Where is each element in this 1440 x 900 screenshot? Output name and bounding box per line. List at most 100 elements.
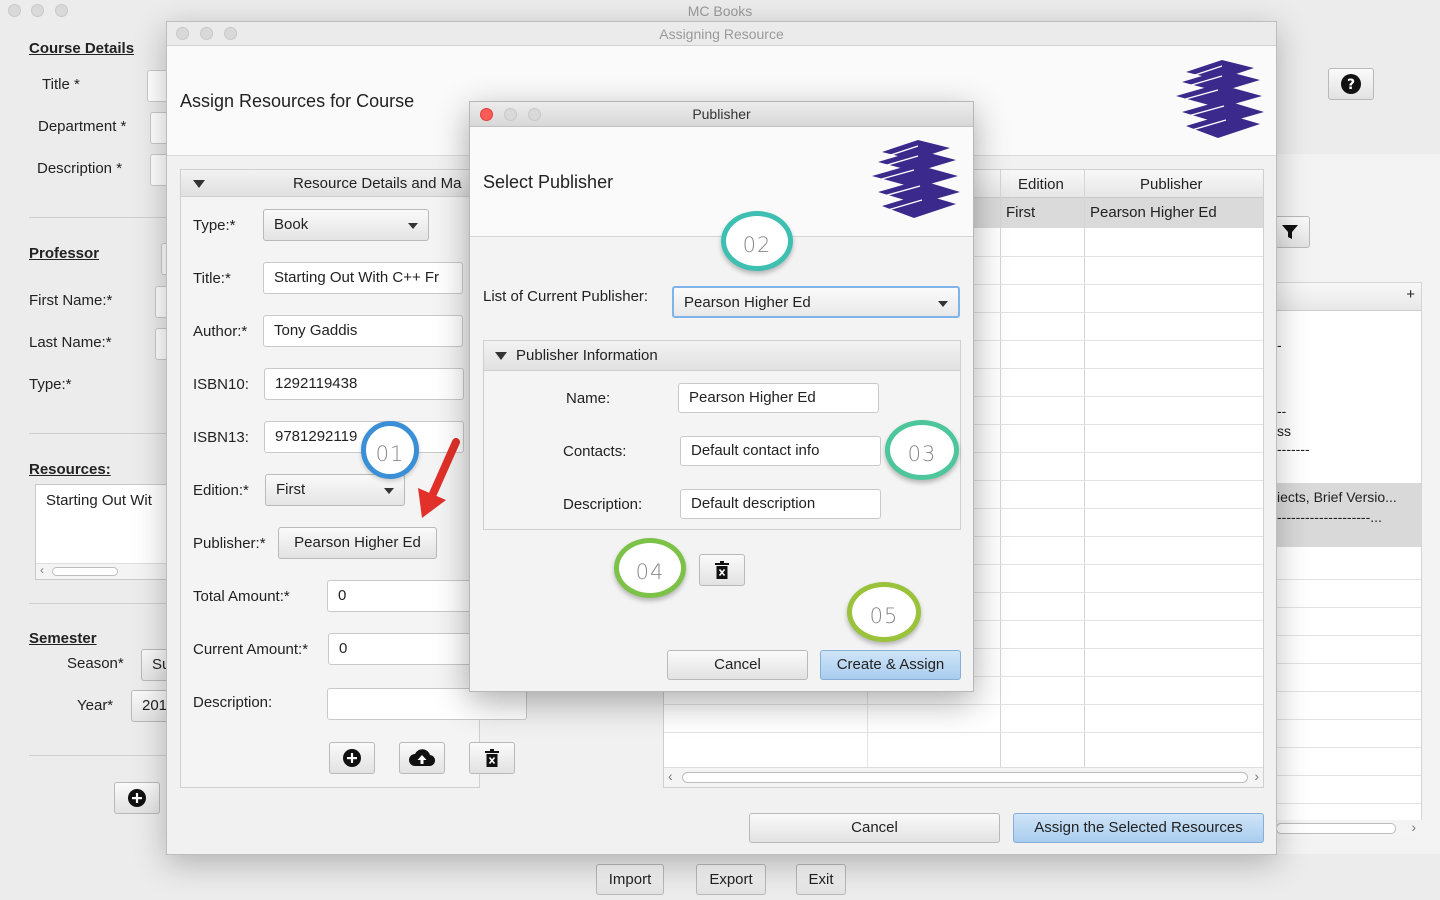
question-circle-icon: ? [1341, 74, 1361, 94]
scroll-right-icon[interactable]: › [1411, 819, 1416, 835]
divider [1277, 663, 1421, 664]
annotation-badge-01: 01 [361, 421, 419, 479]
import-button[interactable]: Import [596, 864, 664, 895]
minimize-window-icon[interactable] [31, 4, 44, 17]
horizontal-scrollbar[interactable]: ‹ › [664, 767, 1263, 787]
publisher-description-label: Description: [563, 496, 643, 513]
publisher-list-value: Pearson Higher Ed [684, 294, 811, 311]
assign-window-title: Assigning Resource [659, 26, 784, 42]
list-item[interactable]: Starting Out Wit [46, 492, 152, 509]
exit-button[interactable]: Exit [796, 864, 846, 895]
table-cell: --------------------... [1277, 509, 1382, 525]
add-button[interactable] [114, 782, 160, 814]
publisher-cancel-button[interactable]: Cancel [667, 650, 808, 680]
add-resource-button[interactable] [329, 742, 375, 774]
red-arrow-icon [418, 438, 460, 518]
author-input[interactable]: Tony Gaddis [263, 315, 463, 347]
title-label: Title:* [193, 270, 231, 287]
table-cell-edition: First [1006, 204, 1036, 221]
publisher-description-input[interactable]: Default description [680, 489, 881, 519]
close-window-icon[interactable] [176, 27, 189, 40]
create-and-assign-button[interactable]: Create & Assign [820, 650, 961, 680]
divider [1277, 803, 1421, 804]
divider [1277, 607, 1421, 608]
isbn10-label: ISBN10: [193, 376, 249, 393]
delete-resource-button[interactable] [469, 742, 515, 774]
title-input[interactable]: Starting Out With C++ Fr [263, 262, 463, 294]
scroll-left-icon[interactable]: ‹ [40, 563, 44, 577]
type-select[interactable]: Book [263, 209, 429, 241]
zoom-window-icon[interactable] [55, 4, 68, 17]
publisher-contacts-label: Contacts: [563, 443, 627, 460]
horizontal-scrollbar[interactable]: › [1276, 819, 1422, 838]
publisher-name-input[interactable]: Pearson Higher Ed [678, 383, 879, 413]
horizontal-scrollbar[interactable]: ‹ [36, 563, 174, 579]
scrollbar-thumb[interactable] [682, 772, 1248, 783]
annotation-badge-02: 02 [721, 211, 793, 271]
scrollbar-thumb[interactable] [1276, 823, 1396, 834]
zoom-dialog-icon[interactable] [528, 108, 541, 121]
divider [29, 217, 169, 218]
professor-heading: Professor [29, 245, 100, 262]
upload-resource-button[interactable] [399, 742, 445, 774]
minimize-window-icon[interactable] [200, 27, 213, 40]
chevron-down-icon [938, 301, 948, 307]
edition-value: First [276, 481, 306, 498]
resource-details-header[interactable]: Resource Details and Ma [180, 169, 480, 197]
description-input[interactable] [327, 688, 527, 720]
help-button[interactable]: ? [1328, 68, 1374, 100]
course-details-heading: Course Details [29, 40, 135, 57]
collapse-triangle-icon[interactable] [495, 352, 507, 360]
collapse-triangle-icon[interactable] [193, 180, 205, 188]
resources-heading: Resources: [29, 461, 111, 478]
resources-table[interactable]: + - -- ss ------- iects, Brief Versio...… [1276, 282, 1422, 830]
type-label: Type:* [193, 217, 236, 234]
publisher-info-header[interactable]: Publisher Information [484, 341, 960, 371]
author-label: Author:* [193, 323, 248, 340]
last-name-label: Last Name:* [29, 334, 112, 351]
divider [29, 603, 169, 604]
close-window-icon[interactable] [8, 4, 21, 17]
season-label: Season* [67, 655, 124, 672]
assign-window-titlebar: Assigning Resource [167, 22, 1276, 46]
edition-select[interactable]: First [265, 474, 405, 506]
column-menu-icon[interactable]: + [1406, 286, 1415, 303]
close-dialog-icon[interactable] [480, 108, 493, 121]
resources-list[interactable]: Starting Out Wit ‹ [35, 484, 175, 580]
filter-icon [1282, 225, 1298, 239]
zoom-window-icon[interactable] [224, 27, 237, 40]
scroll-right-icon[interactable]: › [1254, 768, 1259, 784]
column-header-publisher[interactable]: Publisher [1140, 176, 1203, 193]
divider [29, 433, 169, 434]
scroll-left-icon[interactable]: ‹ [668, 768, 673, 784]
isbn10-input[interactable]: 1292119438 [264, 368, 464, 400]
svg-text:?: ? [1347, 77, 1355, 93]
column-header-edition[interactable]: Edition [1018, 176, 1064, 193]
divider [1277, 635, 1421, 636]
mc-books-logo-icon [1176, 60, 1264, 138]
current-amount-input[interactable]: 0 [328, 633, 478, 665]
minimize-dialog-icon[interactable] [504, 108, 517, 121]
trash-icon [715, 561, 729, 579]
year-label: Year* [77, 697, 114, 714]
table-header: + [1277, 283, 1421, 311]
type-value: Book [274, 216, 309, 233]
course-title-label: Title * [42, 76, 80, 93]
publisher-contacts-input[interactable]: Default contact info [680, 436, 881, 466]
total-amount-input[interactable]: 0 [327, 580, 477, 612]
divider [1277, 579, 1421, 580]
scrollbar-thumb[interactable] [52, 567, 118, 576]
semester-heading: Semester [29, 630, 97, 647]
table-cell: ss [1277, 423, 1291, 439]
export-button[interactable]: Export [696, 864, 766, 895]
annotation-badge-03: 03 [885, 420, 959, 480]
assign-selected-resources-button[interactable]: Assign the Selected Resources [1013, 813, 1264, 843]
total-amount-label: Total Amount:* [193, 588, 290, 605]
plus-circle-icon [128, 789, 146, 807]
divider [29, 755, 169, 756]
divider [1277, 775, 1421, 776]
publisher-list-select[interactable]: Pearson Higher Ed [672, 286, 960, 318]
publisher-button[interactable]: Pearson Higher Ed [278, 527, 437, 559]
cancel-button[interactable]: Cancel [749, 813, 1000, 843]
delete-publisher-button[interactable] [699, 554, 745, 586]
